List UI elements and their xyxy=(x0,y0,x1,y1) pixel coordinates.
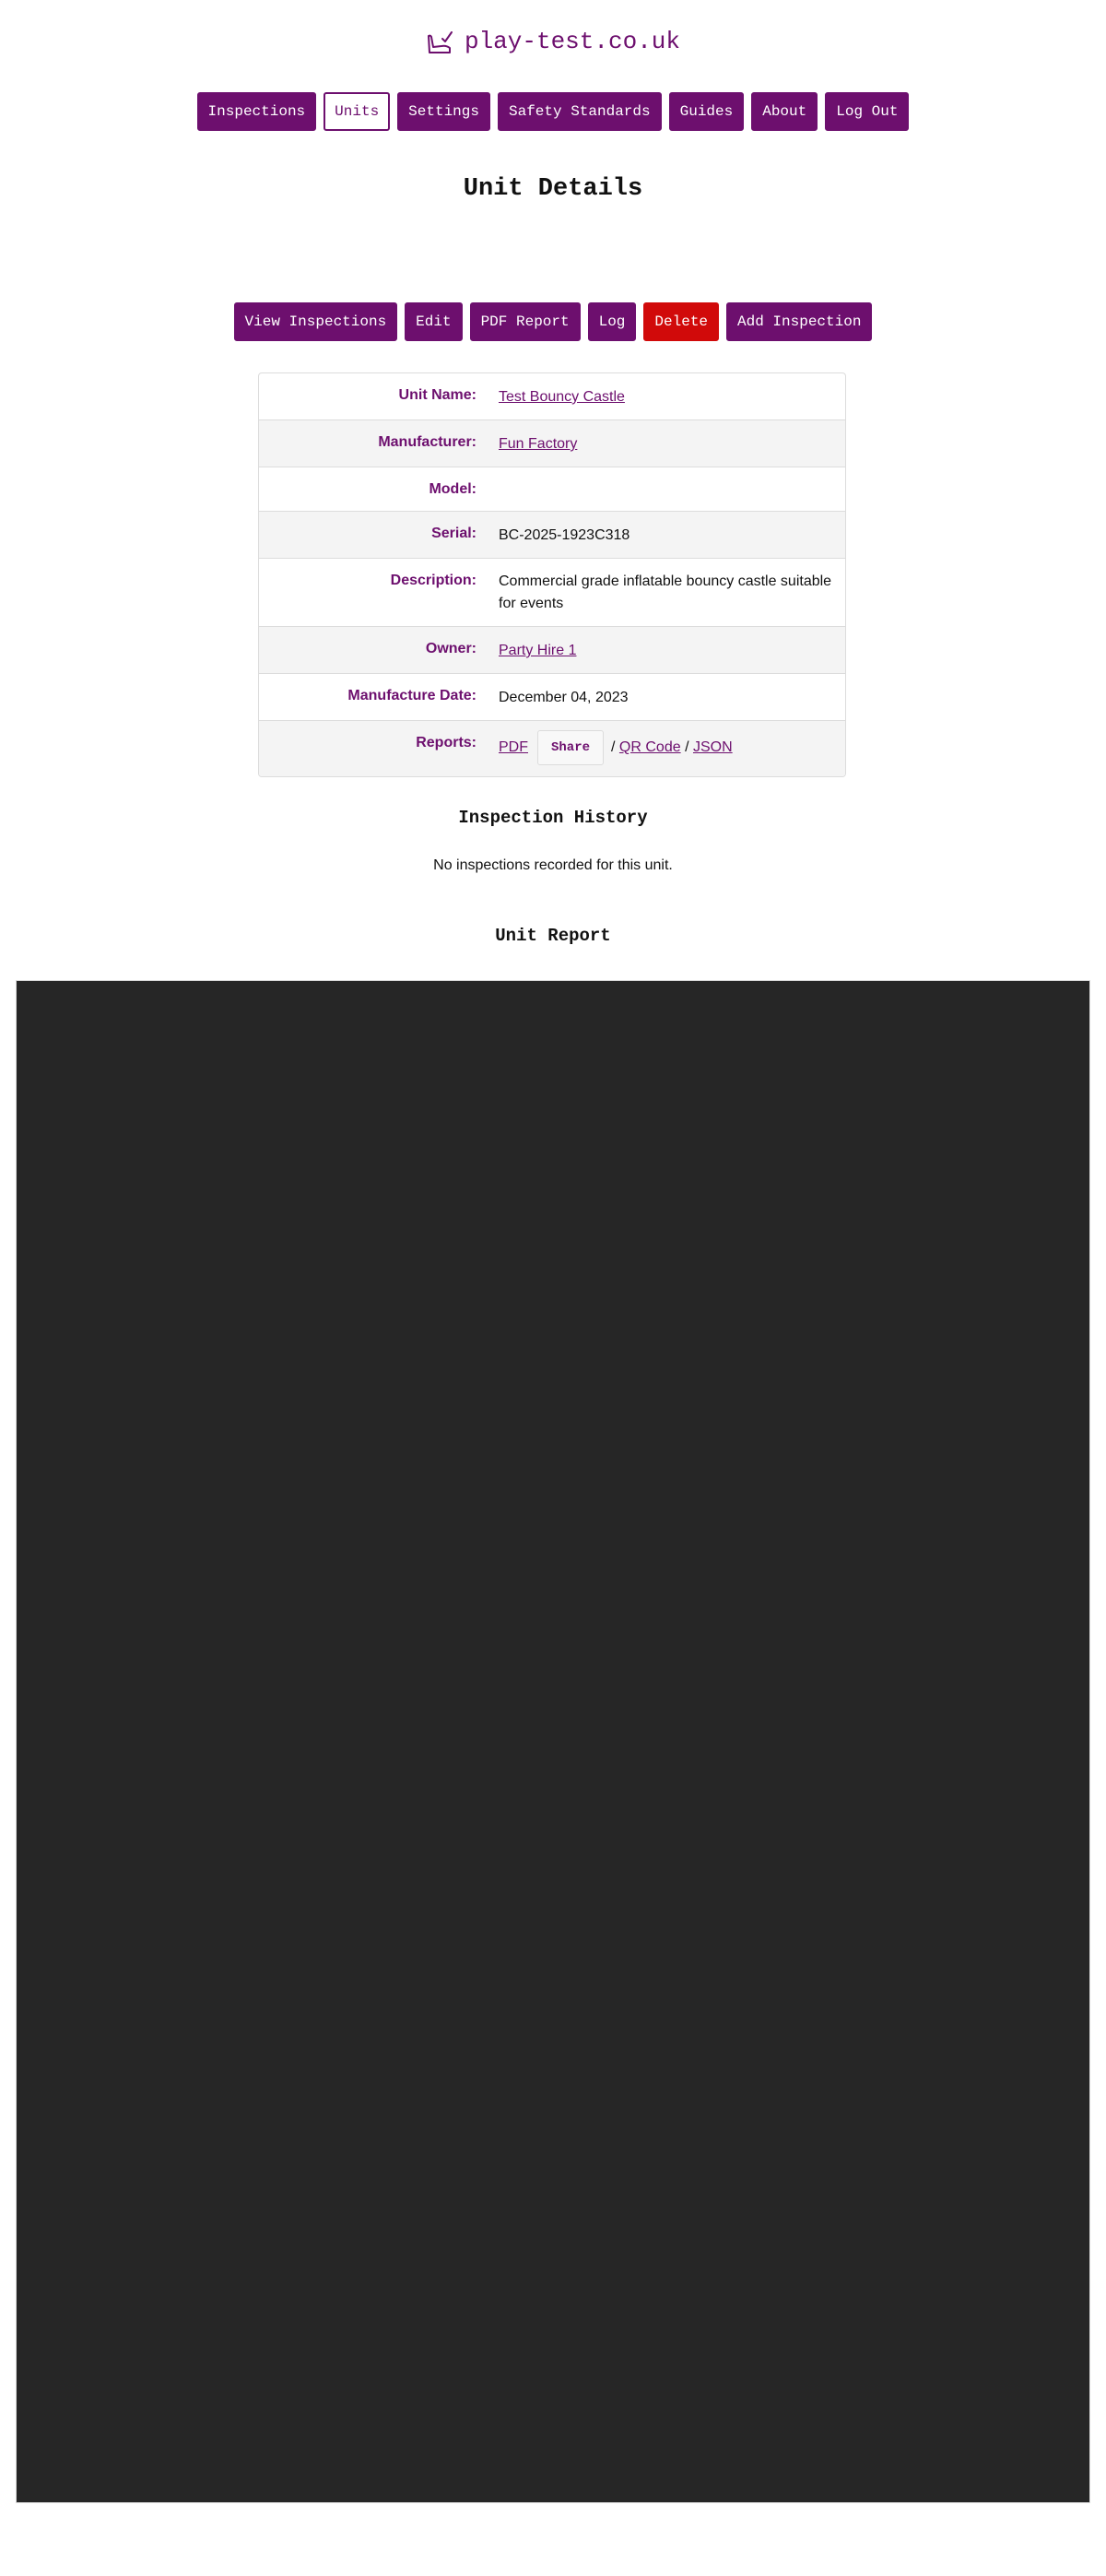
separator: / xyxy=(611,739,616,756)
nav-about[interactable]: About xyxy=(751,92,818,131)
detail-label: Model: xyxy=(429,481,477,497)
site-header: play-test.co.uk xyxy=(0,28,1106,55)
pdf-report-button[interactable]: PDF Report xyxy=(469,302,581,341)
edit-button[interactable]: Edit xyxy=(405,302,463,341)
unit-report-viewer[interactable] xyxy=(16,980,1090,2503)
nav-units[interactable]: Units xyxy=(324,92,391,131)
nav-safety-standards[interactable]: Safety Standards xyxy=(497,92,662,131)
inspection-history-heading: Inspection History xyxy=(458,808,648,828)
main-nav: Inspections Units Settings Safety Standa… xyxy=(0,92,1106,131)
detail-row-manufacturer: Manufacturer: Fun Factory xyxy=(259,419,845,467)
detail-label: Description: xyxy=(390,573,477,588)
report-pdf-link[interactable]: PDF xyxy=(499,739,528,755)
nav-guides[interactable]: Guides xyxy=(668,92,745,131)
detail-label: Manufacturer: xyxy=(378,434,477,450)
nav-log-out[interactable]: Log Out xyxy=(825,92,910,131)
unit-actions: View Inspections Edit PDF Report Log Del… xyxy=(0,302,1106,341)
manufacture-date-value: December 04, 2023 xyxy=(499,690,629,705)
detail-row-serial: Serial: BC-2025-1923C318 xyxy=(259,511,845,558)
unit-details-table: Unit Name: Test Bouncy Castle Manufactur… xyxy=(258,372,846,777)
model-value xyxy=(499,467,845,511)
separator: / xyxy=(685,739,689,756)
detail-label: Reports: xyxy=(416,735,477,750)
share-button[interactable]: Share xyxy=(537,730,605,765)
unit-report-heading: Unit Report xyxy=(495,926,611,946)
delete-button[interactable]: Delete xyxy=(643,302,720,341)
detail-row-model: Model: xyxy=(259,467,845,511)
detail-label: Manufacture Date: xyxy=(347,688,477,703)
detail-row-reports: Reports: PDF Share / QR Code / JSON xyxy=(259,720,845,776)
detail-row-manufacture-date: Manufacture Date: December 04, 2023 xyxy=(259,673,845,720)
view-inspections-button[interactable]: View Inspections xyxy=(233,302,398,341)
report-qr-link[interactable]: QR Code xyxy=(619,739,681,755)
detail-label: Unit Name: xyxy=(398,387,477,403)
nav-settings[interactable]: Settings xyxy=(397,92,490,131)
description-value: Commercial grade inflatable bouncy castl… xyxy=(499,573,832,611)
detail-row-owner: Owner: Party Hire 1 xyxy=(259,626,845,673)
detail-row-unit-name: Unit Name: Test Bouncy Castle xyxy=(259,373,845,419)
owner-link[interactable]: Party Hire 1 xyxy=(499,643,576,658)
page-title: Unit Details xyxy=(463,175,643,203)
detail-label: Owner: xyxy=(425,641,477,656)
empty-history-message: No inspections recorded for this unit. xyxy=(433,857,673,873)
serial-value: BC-2025-1923C318 xyxy=(499,527,630,543)
log-button[interactable]: Log xyxy=(587,302,637,341)
report-json-link[interactable]: JSON xyxy=(693,739,733,755)
add-inspection-button[interactable]: Add Inspection xyxy=(726,302,873,341)
unit-name-link[interactable]: Test Bouncy Castle xyxy=(499,389,625,405)
detail-row-description: Description: Commercial grade inflatable… xyxy=(259,558,845,626)
detail-label: Serial: xyxy=(431,526,477,541)
manufacturer-link[interactable]: Fun Factory xyxy=(499,436,577,452)
nav-inspections[interactable]: Inspections xyxy=(196,92,317,131)
inspector-icon[interactable] xyxy=(426,28,453,55)
site-logo-link[interactable]: play-test.co.uk xyxy=(465,28,680,55)
